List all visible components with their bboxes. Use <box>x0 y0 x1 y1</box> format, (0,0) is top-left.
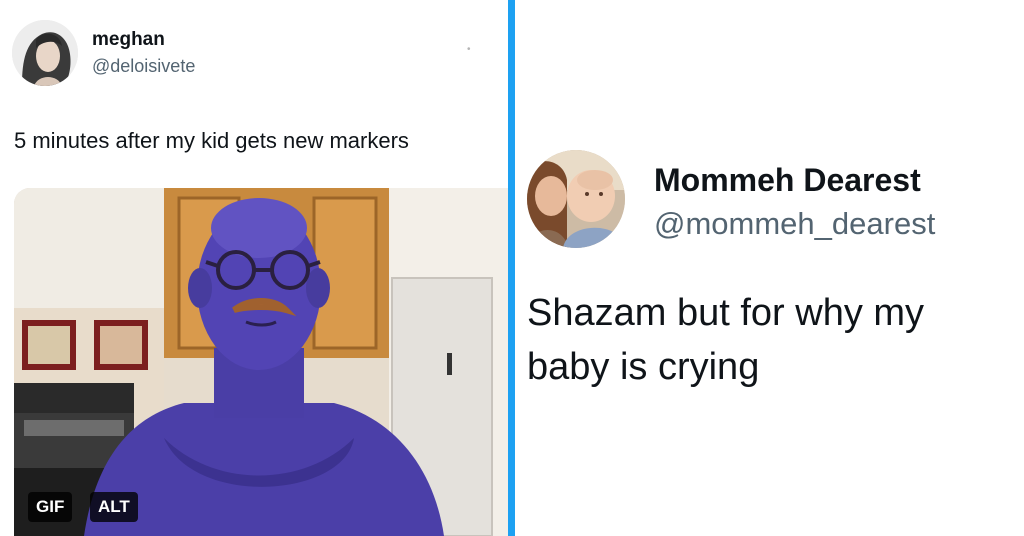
avatar[interactable] <box>12 20 78 86</box>
tweet-text: Shazam but for why my baby is crying <box>527 292 925 388</box>
tweet-text: 5 minutes after my kid gets new markers <box>14 128 409 153</box>
gif-badge[interactable]: GIF <box>28 492 73 522</box>
avatar-photo <box>527 150 625 248</box>
handle[interactable]: @deloisivete <box>92 56 195 77</box>
panel-divider <box>508 0 515 536</box>
left-tweet: meghan @deloisivete • 5 minutes after my… <box>0 0 508 536</box>
display-name[interactable]: Mommeh Dearest <box>654 162 921 199</box>
display-name[interactable]: meghan <box>92 29 165 51</box>
avatar[interactable] <box>527 150 625 248</box>
dot-icon: • <box>467 44 471 55</box>
handle[interactable]: @mommeh_dearest <box>654 206 935 242</box>
avatar-photo <box>12 20 78 86</box>
alt-badge[interactable]: ALT <box>90 492 138 522</box>
media-image <box>14 188 508 536</box>
right-tweet: Mommeh Dearest @mommeh_dearest Shazam bu… <box>515 0 1024 536</box>
tweet-media-gif[interactable] <box>14 188 508 536</box>
